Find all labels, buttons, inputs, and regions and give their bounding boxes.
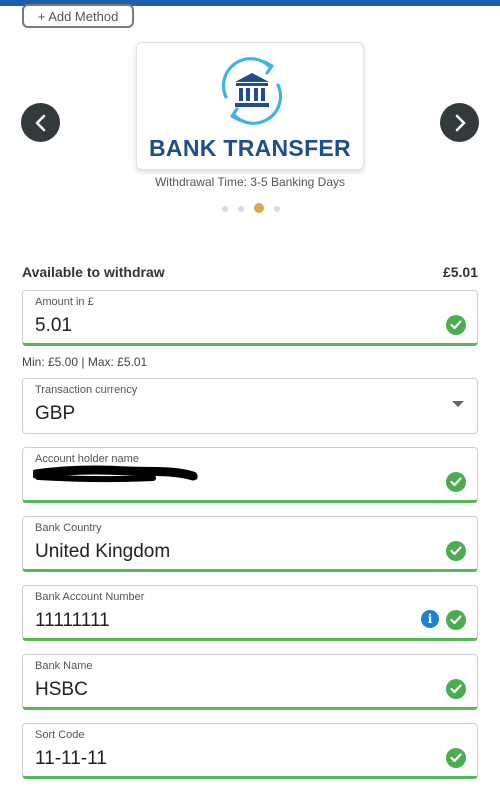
amount-value[interactable]: 5.01: [35, 315, 72, 337]
bank-country-value[interactable]: United Kingdom: [35, 541, 170, 563]
add-method-button[interactable]: + Add Method: [22, 4, 134, 28]
carousel-dot-active[interactable]: [254, 203, 264, 213]
bank-name-field[interactable]: Bank Name HSBC: [22, 654, 478, 710]
bank-country-label: Bank Country: [35, 522, 102, 534]
redaction-scribble: [33, 465, 198, 483]
check-icon: [446, 541, 466, 561]
check-icon: [446, 748, 466, 768]
withdrawal-time-text: Withdrawal Time: 3-5 Banking Days: [154, 175, 346, 189]
chevron-right-icon: [455, 114, 465, 131]
sort-code-field[interactable]: Sort Code 11-11-11: [22, 723, 478, 779]
amount-label: Amount in £: [35, 296, 94, 308]
sort-code-label: Sort Code: [35, 729, 85, 741]
dropdown-arrow-icon[interactable]: [452, 401, 464, 407]
bank-country-field[interactable]: Bank Country United Kingdom: [22, 516, 478, 572]
currency-label: Transaction currency: [35, 384, 138, 396]
check-icon: [446, 315, 466, 335]
available-value: £5.01: [442, 264, 478, 280]
account-holder-field[interactable]: Account holder name: [22, 447, 478, 503]
info-icon[interactable]: i: [421, 610, 439, 628]
account-number-label: Bank Account Number: [35, 591, 145, 603]
next-method-button[interactable]: [440, 103, 479, 142]
bank-name-label: Bank Name: [35, 660, 93, 672]
sort-code-value[interactable]: 11-11-11: [35, 748, 107, 770]
check-icon: [446, 679, 466, 699]
available-label: Available to withdraw: [22, 264, 165, 280]
carousel-dot[interactable]: [238, 206, 244, 212]
currency-select[interactable]: Transaction currency GBP: [22, 378, 478, 434]
check-icon: [446, 610, 466, 630]
amount-limits: Min: £5.00 | Max: £5.01: [22, 355, 148, 369]
account-number-value[interactable]: 11111111: [35, 610, 110, 632]
bank-transfer-card[interactable]: BANK TRANSFER: [136, 42, 364, 170]
chevron-left-icon: [35, 114, 45, 131]
bank-name-value[interactable]: HSBC: [35, 679, 88, 701]
previous-method-button[interactable]: [21, 103, 60, 142]
card-title: BANK TRANSFER: [149, 135, 351, 161]
currency-value: GBP: [35, 403, 76, 424]
check-icon: [446, 472, 466, 492]
bank-transfer-icon: [221, 57, 283, 125]
carousel-dots: [216, 203, 286, 215]
carousel-dot[interactable]: [274, 206, 280, 212]
carousel-dot[interactable]: [222, 206, 228, 212]
amount-field[interactable]: Amount in £ 5.01: [22, 290, 478, 346]
account-number-field[interactable]: Bank Account Number 11111111 i: [22, 585, 478, 641]
